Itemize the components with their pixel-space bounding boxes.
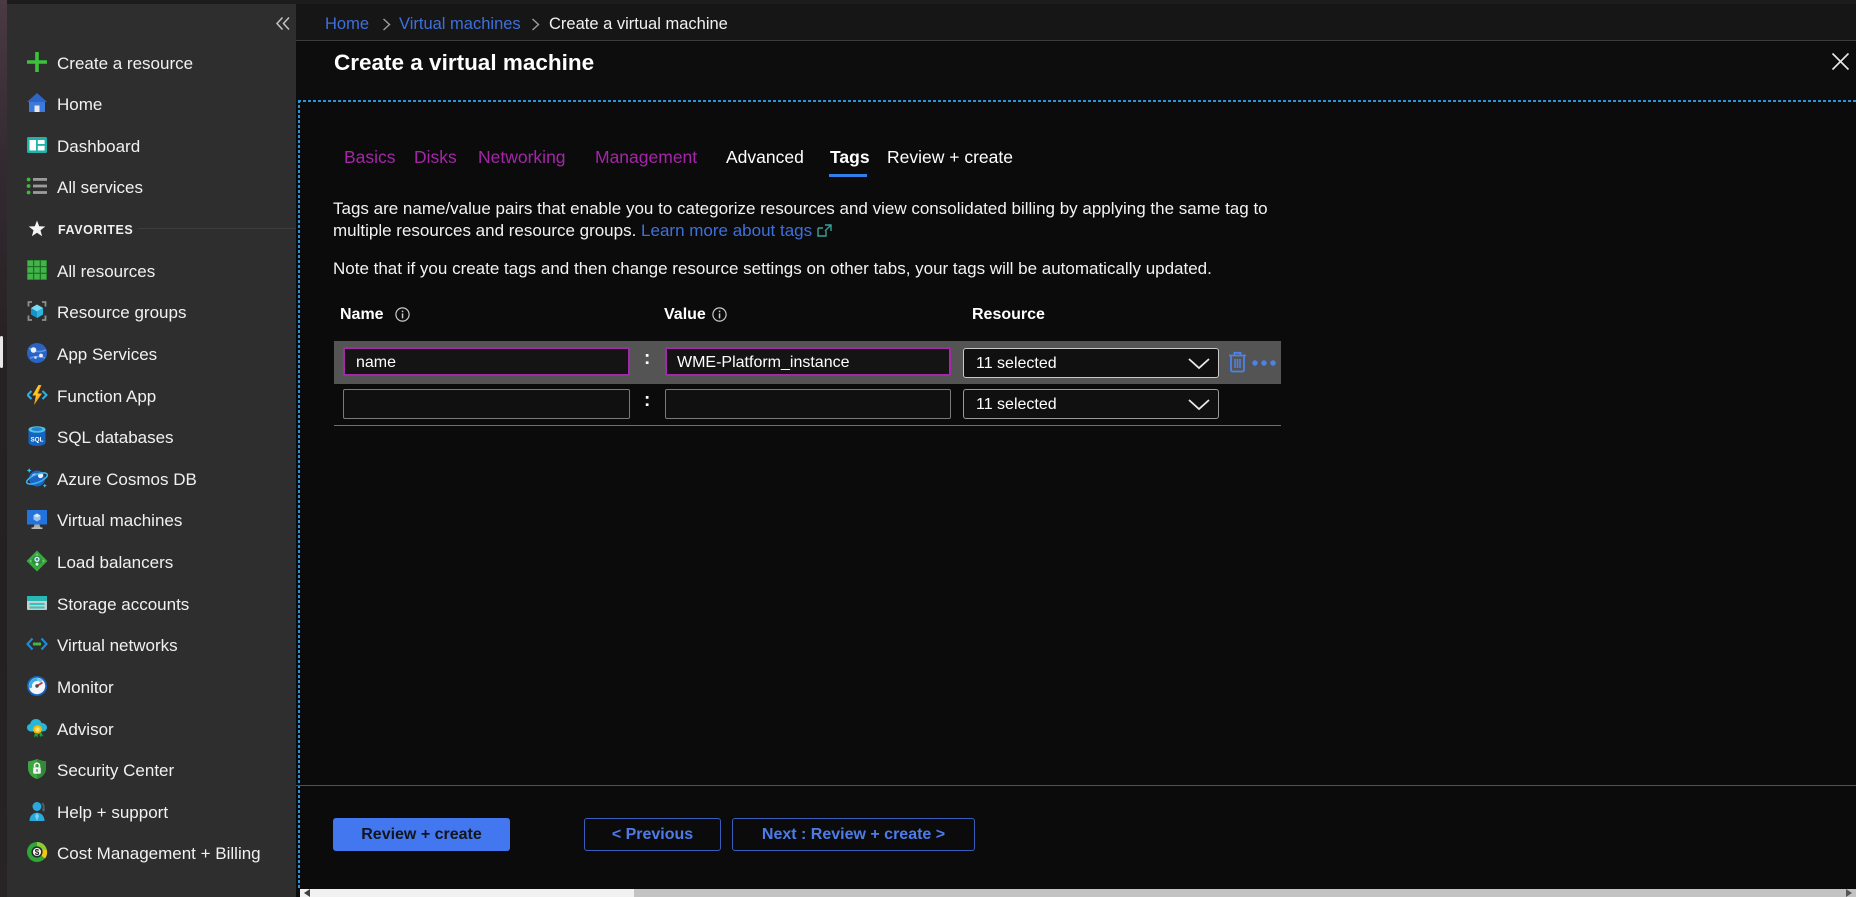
svg-text:SQL: SQL: [31, 437, 44, 444]
svg-text:$: $: [35, 848, 40, 857]
